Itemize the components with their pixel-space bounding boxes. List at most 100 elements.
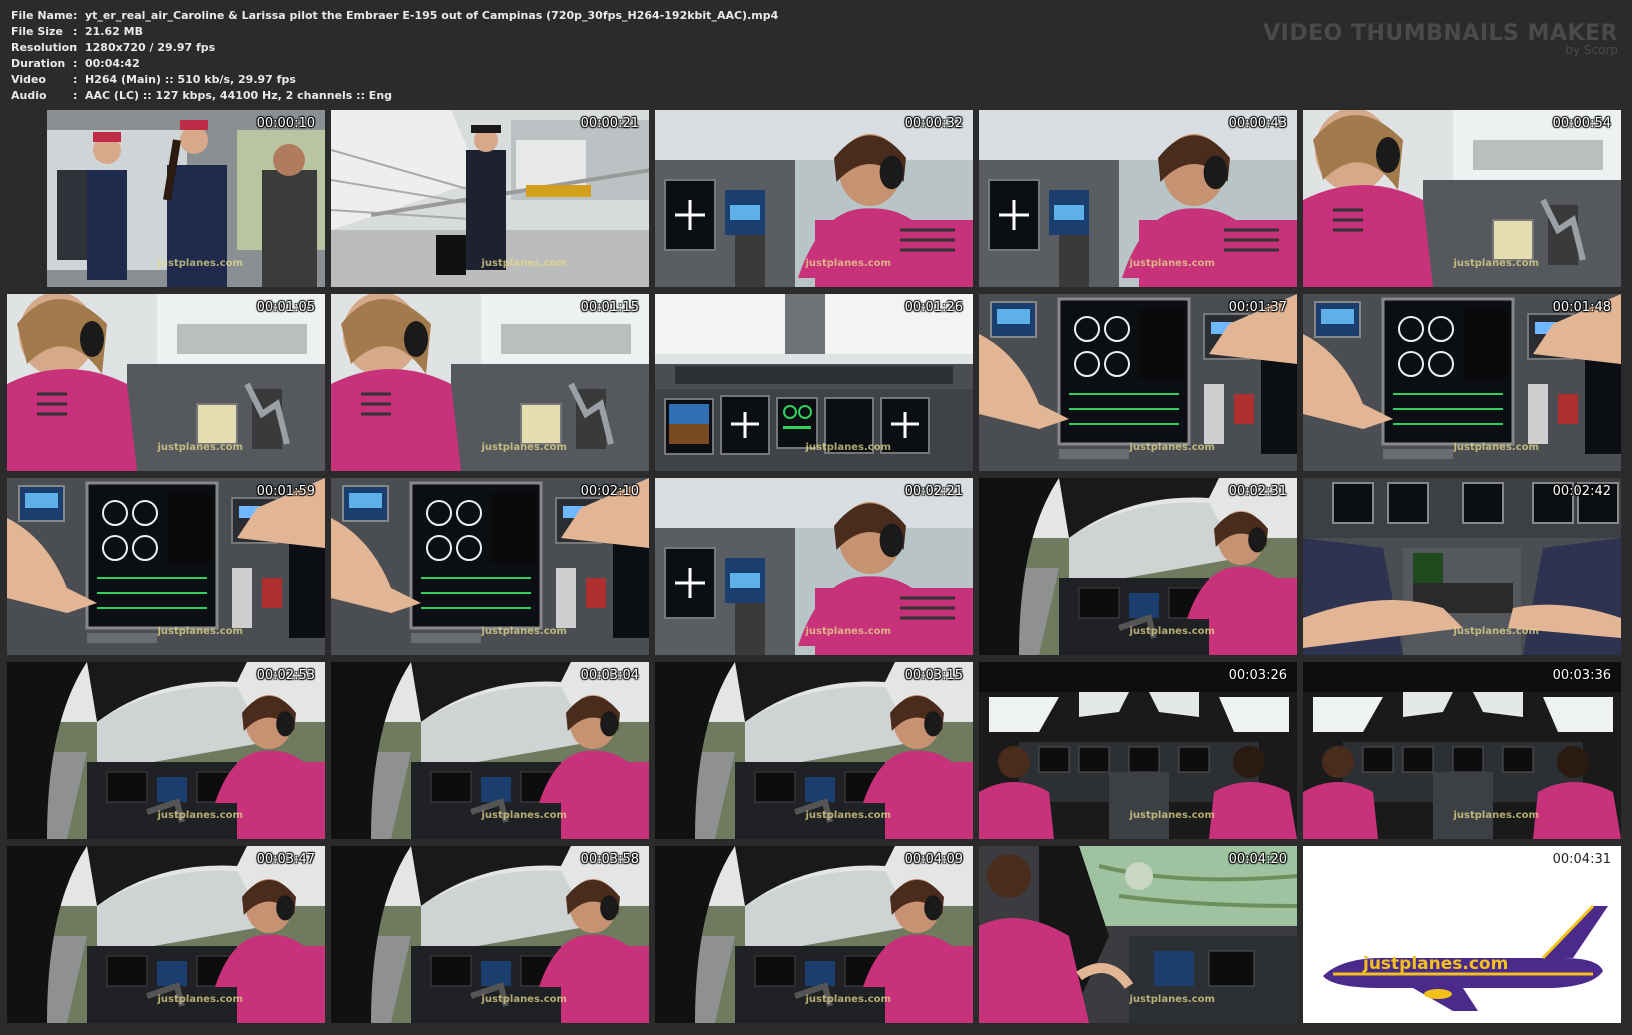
video-frame-thumbnail: justplanes.com 00:04:09	[655, 846, 973, 1023]
frame-timestamp: 00:00:10	[256, 116, 315, 131]
video-frame-thumbnail: justplanes.com 00:01:48	[1303, 294, 1621, 471]
frame-timestamp: 00:01:15	[580, 300, 639, 315]
watermark: justplanes.com	[805, 258, 891, 269]
video-frame-thumbnail: justplanes.com 00:01:26	[655, 294, 973, 471]
watermark: justplanes.com	[481, 442, 567, 453]
watermark: justplanes.com	[481, 626, 567, 637]
frame-timestamp: 00:04:20	[1228, 852, 1287, 867]
watermark: justplanes.com	[1453, 810, 1539, 821]
video-frame-thumbnail: justplanes.com 00:00:43	[979, 110, 1297, 287]
video-frame-thumbnail: justplanes.com 00:01:05	[7, 294, 325, 471]
watermark: justplanes.com	[1453, 626, 1539, 637]
watermark: justplanes.com	[1129, 442, 1215, 453]
file-info-key: Audio	[11, 89, 47, 102]
frame-timestamp: 00:03:15	[904, 668, 963, 683]
video-frame-thumbnail: justplanes.com 00:01:59	[7, 478, 325, 655]
file-info-value: AAC (LC) :: 127 kbps, 44100 Hz, 2 channe…	[85, 89, 393, 102]
video-frame-thumbnail: justplanes.com 00:02:53	[7, 662, 325, 839]
watermark: justplanes.com	[157, 994, 243, 1005]
file-info-key: File Size	[11, 25, 63, 38]
frame-timestamp: 00:01:48	[1552, 300, 1611, 315]
video-frame-thumbnail: justplanes.com 00:00:21	[331, 110, 649, 287]
file-info-row: Video: H264 (Main) :: 510 kb/s, 29.97 fps	[11, 72, 778, 88]
file-info-value: H264 (Main) :: 510 kb/s, 29.97 fps	[85, 73, 296, 86]
file-info-key: Resolution	[11, 41, 78, 54]
video-frame-thumbnail: justplanes.com 00:00:32	[655, 110, 973, 287]
frame-timestamp: 00:00:32	[904, 116, 963, 131]
frame-timestamp: 00:03:26	[1228, 668, 1287, 683]
frame-timestamp: 00:03:47	[256, 852, 315, 867]
watermark: justplanes.com	[1129, 258, 1215, 269]
frame-timestamp: 00:02:53	[256, 668, 315, 683]
video-frame-thumbnail: justplanes.com 00:02:31	[979, 478, 1297, 655]
video-frame-thumbnail: justplanes.com 00:03:26	[979, 662, 1297, 839]
video-frame-thumbnail: justplanes.com 00:02:42	[1303, 478, 1621, 655]
watermark: justplanes.com	[805, 626, 891, 637]
file-info-separator: :	[73, 9, 78, 22]
watermark: justplanes.com	[157, 442, 243, 453]
frame-timestamp: 00:01:26	[904, 300, 963, 315]
watermark: justplanes.com	[1453, 258, 1539, 269]
brand: VIDEO THUMBNAILS MAKER by Scorp	[1263, 22, 1618, 57]
watermark: justplanes.com	[805, 442, 891, 453]
video-frame-thumbnail: justplanes.com 00:04:31	[1303, 846, 1621, 1023]
file-info: File Name: yt_er_real_air_Caroline & Lari…	[11, 8, 778, 104]
frame-timestamp: 00:00:54	[1552, 116, 1611, 131]
video-frame-thumbnail: justplanes.com 00:03:47	[7, 846, 325, 1023]
video-frame-thumbnail: justplanes.com 00:03:04	[331, 662, 649, 839]
file-info-row: File Name: yt_er_real_air_Caroline & Lari…	[11, 8, 778, 24]
video-frame-thumbnail: justplanes.com 00:00:10	[7, 110, 325, 287]
frame-timestamp: 00:02:21	[904, 484, 963, 499]
watermark: justplanes.com	[1129, 994, 1215, 1005]
file-info-row: Audio: AAC (LC) :: 127 kbps, 44100 Hz, 2 …	[11, 88, 778, 104]
frame-timestamp: 00:03:58	[580, 852, 639, 867]
file-info-key: Duration	[11, 57, 66, 70]
frame-image	[1303, 846, 1621, 1023]
watermark: justplanes.com	[481, 994, 567, 1005]
file-info-row: Duration:00:04:42	[11, 56, 778, 72]
watermark: justplanes.com	[1129, 810, 1215, 821]
frame-timestamp: 00:02:10	[580, 484, 639, 499]
watermark: justplanes.com	[481, 258, 567, 269]
file-info-value: 1280x720 / 29.97 fps	[85, 41, 216, 54]
video-frame-thumbnail: justplanes.com 00:01:15	[331, 294, 649, 471]
thumbnail-grid: justplanes.com 00:00:10 justplanes.com 00:…	[7, 110, 1621, 1023]
file-info-separator: :	[73, 89, 78, 102]
watermark: justplanes.com	[805, 994, 891, 1005]
frame-timestamp: 00:00:43	[1228, 116, 1287, 131]
frame-timestamp: 00:04:09	[904, 852, 963, 867]
video-frame-thumbnail: justplanes.com 00:03:36	[1303, 662, 1621, 839]
file-info-key: Video	[11, 73, 46, 86]
video-frame-thumbnail: justplanes.com 00:03:58	[331, 846, 649, 1023]
thumbnail-sheet: File Name: yt_er_real_air_Caroline & Lari…	[0, 0, 1632, 1035]
frame-timestamp: 00:01:05	[256, 300, 315, 315]
file-info-value: 21.62 MB	[85, 25, 143, 38]
logo-text: justplanes.com	[1363, 954, 1509, 974]
file-info-value: 00:04:42	[85, 57, 140, 70]
video-frame-thumbnail: justplanes.com 00:04:20	[979, 846, 1297, 1023]
file-info-row: File Size:21.62 MB	[11, 24, 778, 40]
file-info-separator: :	[73, 41, 78, 54]
frame-timestamp: 00:03:36	[1552, 668, 1611, 683]
watermark: justplanes.com	[157, 258, 243, 269]
frame-timestamp: 00:03:04	[580, 668, 639, 683]
watermark: justplanes.com	[157, 626, 243, 637]
frame-timestamp: 00:00:21	[580, 116, 639, 131]
file-info-value: yt_er_real_air_Caroline & Larissa pilot …	[85, 9, 779, 22]
file-info-separator: :	[73, 57, 78, 70]
frame-timestamp: 00:04:31	[1552, 852, 1611, 867]
file-info-key: File Name	[11, 9, 73, 22]
frame-timestamp: 00:01:59	[256, 484, 315, 499]
file-info-separator: :	[73, 73, 78, 86]
watermark: justplanes.com	[157, 810, 243, 821]
frame-timestamp: 00:02:42	[1552, 484, 1611, 499]
video-frame-thumbnail: justplanes.com 00:03:15	[655, 662, 973, 839]
file-info-separator: :	[73, 25, 78, 38]
video-frame-thumbnail: justplanes.com 00:02:21	[655, 478, 973, 655]
file-info-row: Resolution:1280x720 / 29.97 fps	[11, 40, 778, 56]
frame-timestamp: 00:02:31	[1228, 484, 1287, 499]
frame-timestamp: 00:01:37	[1228, 300, 1287, 315]
video-frame-thumbnail: justplanes.com 00:02:10	[331, 478, 649, 655]
video-frame-thumbnail: justplanes.com 00:00:54	[1303, 110, 1621, 287]
watermark: justplanes.com	[1453, 442, 1539, 453]
